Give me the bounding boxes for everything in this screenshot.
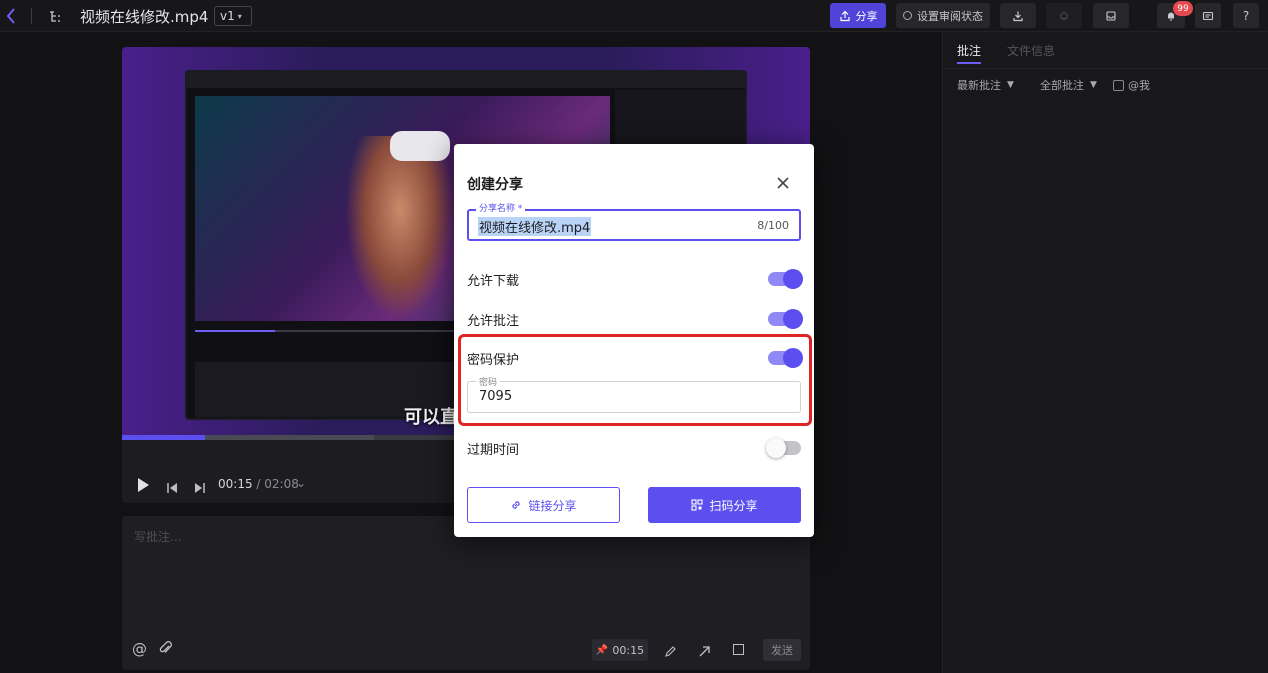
mention-icon[interactable]: @	[132, 640, 147, 658]
toggle-knob	[783, 309, 803, 329]
scope-label: 全部批注	[1040, 79, 1084, 92]
message-icon	[1202, 11, 1214, 20]
prev-frame-icon[interactable]	[166, 479, 178, 498]
pin-icon: 📌	[595, 644, 609, 656]
download-button[interactable]	[1000, 3, 1036, 28]
send-label: 发送	[771, 644, 793, 657]
inner-top-bar	[187, 72, 745, 88]
top-bar: 视频在线修改.mp4 v1 ▾ 分享 设置审阅状态 99 ?	[0, 0, 1268, 32]
person-figure	[345, 136, 455, 321]
time-separator: /	[252, 477, 265, 491]
review-status-button[interactable]: 设置审阅状态	[896, 3, 990, 28]
comment-panel: 写批注... @ 📌 00:15 发送	[122, 516, 810, 670]
inbox-icon	[1106, 10, 1116, 21]
arrow-icon[interactable]	[698, 643, 711, 662]
video-subtitle: 可以直	[404, 407, 458, 428]
tab-file-info-label: 文件信息	[1007, 44, 1056, 58]
allow-comment-label: 允许批注	[467, 314, 520, 329]
mention-label: @我	[1128, 79, 1150, 92]
qr-share-button[interactable]: 扫码分享	[648, 487, 801, 523]
playback-progress	[122, 435, 205, 440]
pencil-icon[interactable]	[664, 643, 677, 662]
chevron-down-icon: ▾	[237, 11, 242, 21]
scope-dropdown[interactable]: 全部批注 ▼	[1040, 77, 1097, 93]
password-protect-label: 密码保护	[467, 353, 520, 368]
password-value: 7095	[479, 389, 513, 404]
speed-chevron-icon[interactable]: ⌄	[296, 476, 306, 490]
mention-filter[interactable]: @我	[1113, 77, 1150, 93]
sort-dropdown[interactable]: 最新批注 ▼	[957, 77, 1014, 93]
vr-headset	[390, 131, 450, 161]
status-circle-icon	[903, 11, 912, 20]
share-button[interactable]: 分享	[830, 3, 886, 28]
bell-outline-icon	[1060, 11, 1068, 21]
expiry-label: 过期时间	[467, 443, 520, 458]
send-button[interactable]: 发送	[763, 639, 801, 661]
help-button[interactable]: ?	[1233, 3, 1259, 28]
sidebar-divider	[943, 68, 1268, 69]
inner-timeline-progress	[195, 330, 275, 332]
sort-label: 最新批注	[957, 79, 1001, 92]
download-icon	[1013, 11, 1023, 21]
chevron-down-icon: ▼	[1007, 80, 1014, 90]
comment-input[interactable]: 写批注...	[134, 528, 774, 628]
tab-active-underline	[957, 62, 981, 64]
file-title: 视频在线修改.mp4	[80, 8, 209, 26]
play-icon[interactable]	[136, 477, 150, 497]
password-protect-toggle[interactable]	[768, 348, 803, 368]
total-time: 02:08	[264, 477, 299, 491]
allow-download-label: 允许下载	[467, 274, 520, 289]
share-label: 分享	[855, 9, 878, 23]
qr-share-label: 扫码分享	[709, 498, 758, 513]
tab-comments-label: 批注	[957, 44, 982, 58]
version-dropdown[interactable]: v1 ▾	[214, 6, 252, 26]
password-field[interactable]: 7095	[467, 381, 801, 413]
expiry-toggle[interactable]	[766, 438, 801, 458]
qr-code-icon	[691, 499, 704, 511]
link-icon	[512, 501, 521, 509]
comments-sidebar: 批注 文件信息 最新批注 ▼ 全部批注 ▼ @我	[942, 32, 1268, 673]
allow-download-toggle[interactable]	[768, 269, 803, 289]
help-icon: ?	[1242, 8, 1250, 23]
share-name-counter: 8/100	[757, 219, 789, 232]
message-button[interactable]	[1195, 3, 1221, 28]
rectangle-icon[interactable]	[733, 644, 744, 655]
next-frame-icon[interactable]	[194, 479, 206, 498]
file-tree-icon[interactable]	[48, 9, 62, 23]
close-icon[interactable]	[776, 175, 790, 194]
dialog-title: 创建分享	[467, 177, 523, 193]
tab-comments[interactable]: 批注	[957, 42, 981, 59]
divider	[31, 8, 32, 24]
share-name-value: 视频在线修改.mp4	[478, 217, 592, 236]
allow-comment-toggle[interactable]	[768, 309, 803, 329]
link-share-label: 链接分享	[528, 498, 577, 513]
toggle-knob	[783, 348, 803, 368]
back-icon[interactable]	[4, 6, 18, 26]
bell-muted-button[interactable]	[1046, 3, 1082, 28]
current-time: 00:15	[218, 477, 253, 491]
toggle-knob	[783, 269, 803, 289]
review-status-label: 设置审阅状态	[917, 9, 983, 23]
version-label: v1	[220, 9, 235, 23]
comment-timestamp: 00:15	[612, 643, 645, 657]
share-name-label: 分享名称 *	[476, 201, 526, 214]
share-icon	[839, 10, 850, 21]
tab-file-info[interactable]: 文件信息	[1007, 42, 1055, 59]
inbox-button[interactable]	[1093, 3, 1129, 28]
link-share-button[interactable]: 链接分享	[467, 487, 620, 523]
notification-badge: 99	[1173, 1, 1193, 16]
time-display: 00:15 / 02:08	[218, 477, 299, 491]
password-label: 密码	[476, 375, 501, 388]
timestamp-pin[interactable]: 📌 00:15	[592, 639, 648, 661]
chevron-down-icon: ▼	[1090, 80, 1097, 90]
toggle-knob	[766, 438, 786, 458]
attachment-icon[interactable]	[158, 640, 173, 660]
create-share-dialog: 创建分享 视频在线修改.mp4 8/100 分享名称 * 允许下载 允许批注 密…	[454, 144, 814, 537]
mention-checkbox[interactable]	[1113, 79, 1124, 91]
